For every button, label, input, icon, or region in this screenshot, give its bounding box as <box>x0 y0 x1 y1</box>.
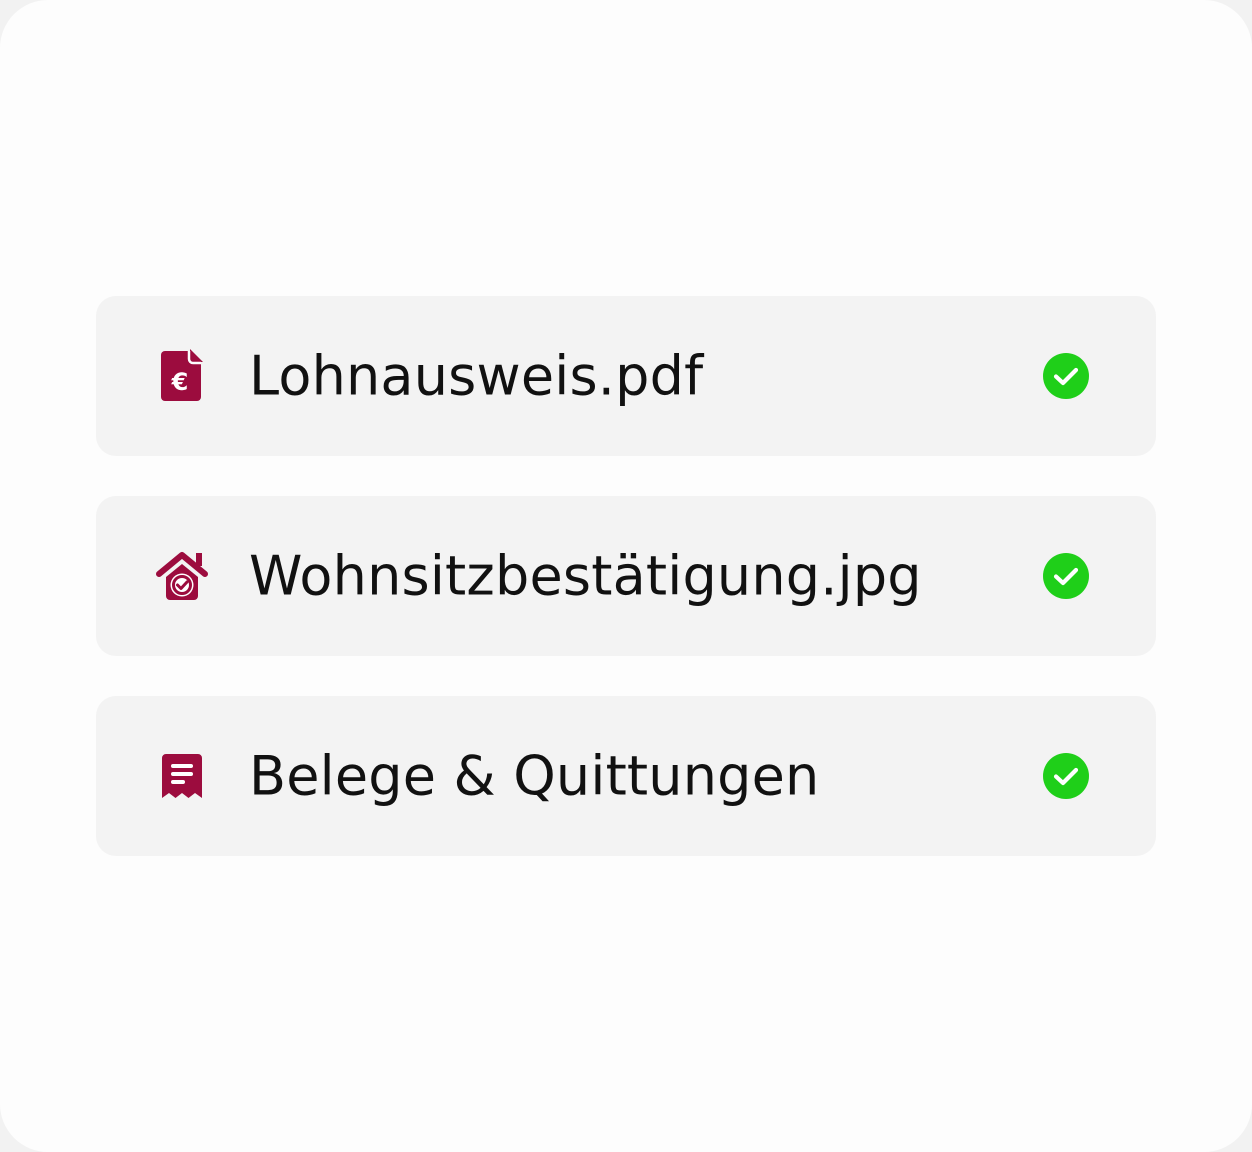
upload-card: € Lohnausweis.pdf Wohnsitzbestätigung.jp… <box>0 0 1252 1152</box>
document-name: Wohnsitzbestätigung.jpg <box>249 544 922 608</box>
document-row-belege[interactable]: Belege & Quittungen <box>96 696 1156 856</box>
euro-document-icon: € <box>152 346 212 406</box>
document-list: € Lohnausweis.pdf Wohnsitzbestätigung.jp… <box>96 296 1156 856</box>
receipt-icon <box>152 746 212 806</box>
document-name: Lohnausweis.pdf <box>249 344 704 408</box>
document-row-wohnsitz[interactable]: Wohnsitzbestätigung.jpg <box>96 496 1156 656</box>
document-name: Belege & Quittungen <box>249 744 820 808</box>
check-circle-icon <box>1042 752 1090 800</box>
svg-text:€: € <box>171 368 189 396</box>
check-circle-icon <box>1042 352 1090 400</box>
document-row-lohnausweis[interactable]: € Lohnausweis.pdf <box>96 296 1156 456</box>
house-check-icon <box>152 546 212 606</box>
check-circle-icon <box>1042 552 1090 600</box>
